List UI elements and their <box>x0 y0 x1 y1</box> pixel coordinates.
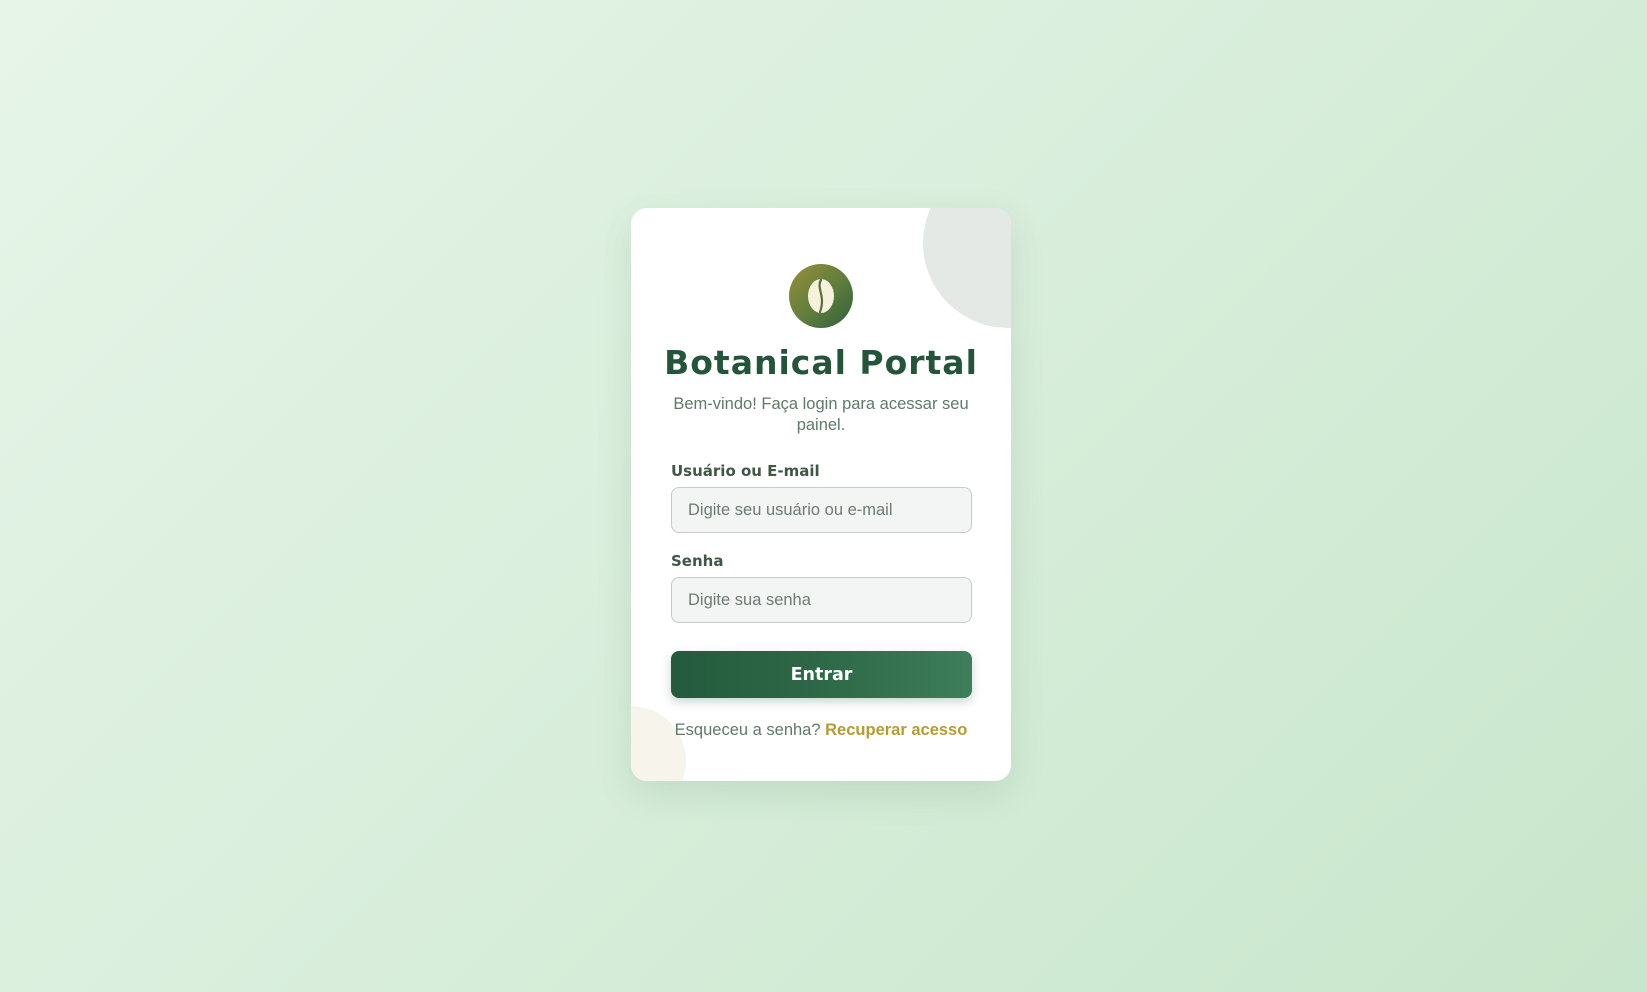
login-card: Botanical Portal Bem-vindo! Faça login p… <box>631 208 1011 781</box>
password-input[interactable] <box>671 577 972 623</box>
forgot-password-text: Esqueceu a senha? <box>674 721 821 739</box>
password-label: Senha <box>671 552 724 570</box>
decorative-blob-top <box>923 208 1011 328</box>
forgot-password-row: Esqueceu a senha? Recuperar acesso <box>631 721 1011 740</box>
decorative-blob-bottom <box>631 706 686 781</box>
coffee-bean-icon <box>789 264 853 328</box>
page-title: Botanical Portal <box>664 343 978 382</box>
user-input[interactable] <box>671 487 972 533</box>
recover-access-link[interactable]: Recuperar acesso <box>825 721 967 739</box>
page-subtitle: Bem-vindo! Faça login para acessar seu p… <box>673 395 969 434</box>
user-label: Usuário ou E-mail <box>671 462 820 480</box>
login-button[interactable]: Entrar <box>671 651 972 698</box>
